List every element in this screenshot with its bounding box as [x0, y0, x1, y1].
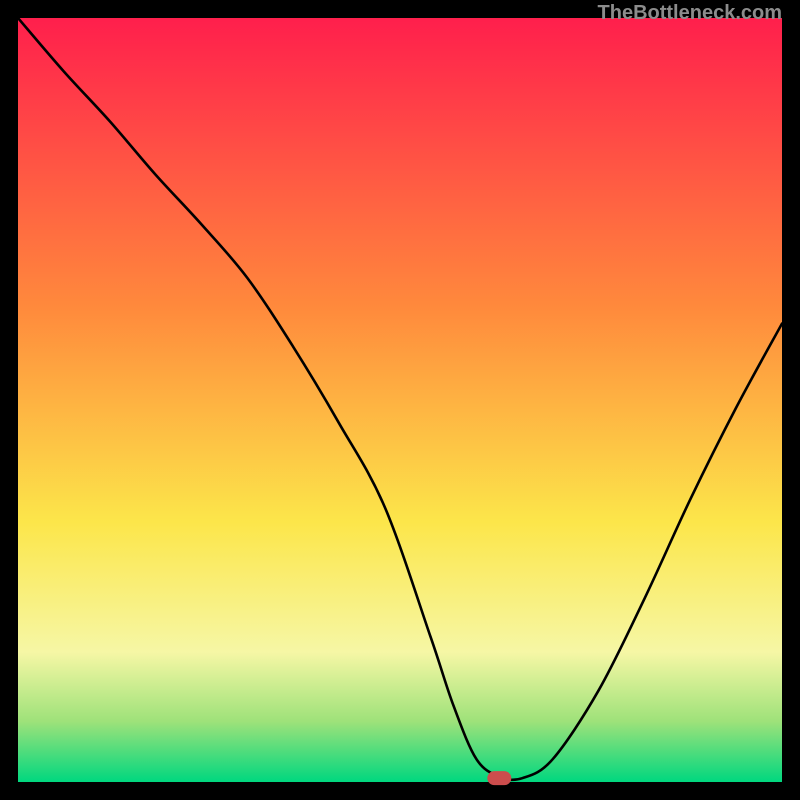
watermark-text: TheBottleneck.com — [598, 2, 782, 25]
chart-frame: TheBottleneck.com — [0, 0, 800, 800]
gradient-background — [18, 18, 782, 782]
bottleneck-chart — [0, 0, 800, 800]
optimal-marker — [487, 771, 511, 785]
